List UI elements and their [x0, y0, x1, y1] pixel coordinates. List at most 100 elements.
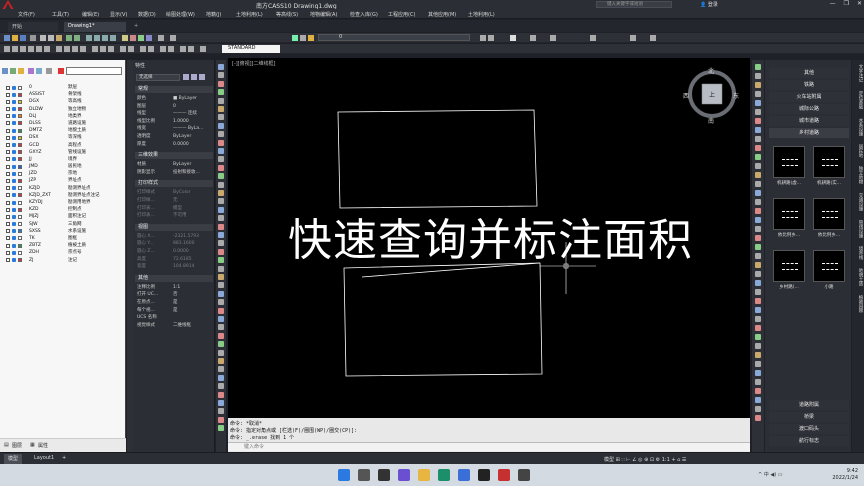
layer-checkbox[interactable]: [6, 128, 10, 133]
add-layout-button[interactable]: +: [58, 454, 70, 464]
layer-color-swatch[interactable]: [18, 92, 22, 97]
layer-visibility-icon[interactable]: [12, 121, 16, 126]
draw-tool-icon[interactable]: [218, 282, 224, 289]
draw-tool-icon[interactable]: [218, 307, 224, 314]
edit-tool-icon[interactable]: [755, 145, 761, 151]
draw-tool-icon[interactable]: [218, 122, 224, 129]
road-symbol-icon[interactable]: [773, 250, 805, 282]
layer-checkbox[interactable]: [6, 193, 10, 198]
draw-tool-icon[interactable]: [218, 316, 224, 322]
layer-row[interactable]: SXSS 水系设施: [0, 228, 126, 235]
pan-icon[interactable]: [86, 35, 92, 41]
property-row[interactable]: 注释比例 1:1: [137, 284, 213, 291]
layer-row[interactable]: KZD 控制点: [0, 206, 126, 213]
layer-checkbox[interactable]: [6, 178, 10, 183]
search-input[interactable]: 键入关键字或短语: [596, 1, 672, 8]
palette-category-button[interactable]: 其他: [769, 68, 849, 78]
windows-start-icon[interactable]: [338, 469, 350, 481]
road-symbol-icon[interactable]: [813, 250, 845, 282]
edge-icon[interactable]: [438, 469, 450, 481]
layer-visibility-icon[interactable]: [12, 243, 16, 248]
menu-engineering[interactable]: 工程应用(C): [388, 11, 415, 18]
edit-tool-icon[interactable]: [755, 226, 761, 232]
layer-color-swatch[interactable]: [18, 171, 22, 176]
palette-category-button[interactable]: 城际公路: [769, 104, 849, 114]
layer-filter-icon[interactable]: [10, 68, 16, 74]
palette-category-button[interactable]: 道路附属: [769, 400, 849, 410]
layer-row[interactable]: DLDW 独立地物: [0, 106, 126, 113]
edit-tool-icon[interactable]: [755, 100, 761, 106]
store-icon[interactable]: [458, 469, 470, 481]
layer-checkbox[interactable]: [6, 214, 10, 219]
draw-tool-icon[interactable]: [218, 400, 224, 406]
road-symbol-icon[interactable]: [773, 146, 805, 178]
palette-category-button[interactable]: 航行标志: [769, 436, 849, 446]
edit-tool-icon[interactable]: [755, 244, 761, 250]
vertical-tab[interactable]: 植被园林: [854, 295, 863, 313]
edit-tool-icon[interactable]: [755, 109, 761, 115]
osnap-icon[interactable]: [188, 46, 194, 52]
draw-tool-icon[interactable]: [218, 366, 224, 373]
tool-palette-icon[interactable]: [138, 35, 144, 41]
property-row[interactable]: 高度 72.6185: [137, 256, 213, 263]
edit-tool-icon[interactable]: [755, 280, 761, 286]
property-row[interactable]: 打印样式 ByColor: [137, 189, 213, 196]
vertical-tab[interactable]: 交通设施: [854, 193, 863, 211]
layer-color-swatch[interactable]: [18, 157, 22, 162]
layer-color-swatch[interactable]: [18, 258, 22, 262]
layer-visibility-icon[interactable]: [12, 114, 16, 119]
layer-visibility-icon[interactable]: [12, 186, 16, 191]
selection-dropdown[interactable]: 无选择: [136, 74, 180, 81]
layer-visibility-icon[interactable]: [12, 143, 16, 147]
layer-visibility-icon[interactable]: [12, 207, 16, 212]
file-explorer-icon[interactable]: [418, 469, 430, 481]
zoom-previous-icon[interactable]: [110, 35, 116, 41]
draw-tool-icon[interactable]: [218, 232, 224, 238]
undo-icon[interactable]: [66, 35, 72, 41]
layer-visibility-icon[interactable]: [12, 214, 16, 219]
app-icon[interactable]: [478, 469, 490, 481]
draw-tool-icon[interactable]: [218, 358, 224, 364]
draw-tool-icon[interactable]: [218, 64, 224, 70]
area-icon[interactable]: [140, 46, 146, 52]
system-tray[interactable]: ^ 中 ◀) ▭: [758, 471, 782, 478]
linetype-control-icon[interactable]: [530, 35, 536, 41]
draw-tool-icon[interactable]: [218, 274, 224, 280]
layer-color-swatch[interactable]: [18, 207, 22, 212]
layer-checkbox[interactable]: [6, 150, 10, 155]
new-file-icon[interactable]: [4, 35, 10, 41]
layer-state-icon[interactable]: [300, 35, 306, 41]
match-props-icon[interactable]: [128, 46, 134, 52]
layer-row[interactable]: GXYZ 管线设施: [0, 149, 126, 156]
properties-icon[interactable]: [122, 35, 128, 41]
vertical-tab[interactable]: 独立地物: [854, 166, 863, 184]
text-icon[interactable]: [100, 46, 106, 52]
make-current-icon[interactable]: [480, 35, 486, 41]
property-row[interactable]: 圆心 Z... 0.0000: [137, 248, 213, 255]
edit-tool-icon[interactable]: [755, 352, 761, 358]
draw-tool-icon[interactable]: [218, 383, 224, 390]
draw-tool-icon[interactable]: [218, 257, 224, 264]
paste-icon[interactable]: [56, 35, 62, 41]
palette-category-button[interactable]: 火车站附属: [769, 92, 849, 102]
property-row[interactable]: 打印表... 模型: [137, 205, 213, 212]
draw-tool-icon[interactable]: [218, 190, 224, 196]
layer-visibility-icon[interactable]: [12, 135, 16, 140]
tab-model[interactable]: 模型: [4, 454, 23, 464]
layer-row[interactable]: ZDH 宗点号: [0, 249, 126, 256]
layer-row[interactable]: GCD 高程点: [0, 142, 126, 149]
draw-tool-icon[interactable]: [218, 89, 224, 96]
viewcube-top-label[interactable]: 上: [709, 90, 715, 99]
layer-row[interactable]: KZJD 勘测界址点: [0, 185, 126, 192]
draw-tool-icon[interactable]: [218, 72, 224, 79]
chat-icon[interactable]: [398, 469, 410, 481]
layer-checkbox[interactable]: [6, 258, 10, 262]
layer-checkbox[interactable]: [6, 107, 10, 112]
extend-icon[interactable]: [80, 46, 86, 52]
edit-tool-icon[interactable]: [755, 397, 761, 403]
compass-south[interactable]: 南: [708, 116, 714, 125]
layer-visibility-icon[interactable]: [12, 236, 16, 241]
property-row[interactable]: 圆心 X... -2321.5793: [137, 233, 213, 240]
menu-view[interactable]: 显示(V): [110, 11, 127, 18]
layer-checkbox[interactable]: [6, 250, 10, 255]
